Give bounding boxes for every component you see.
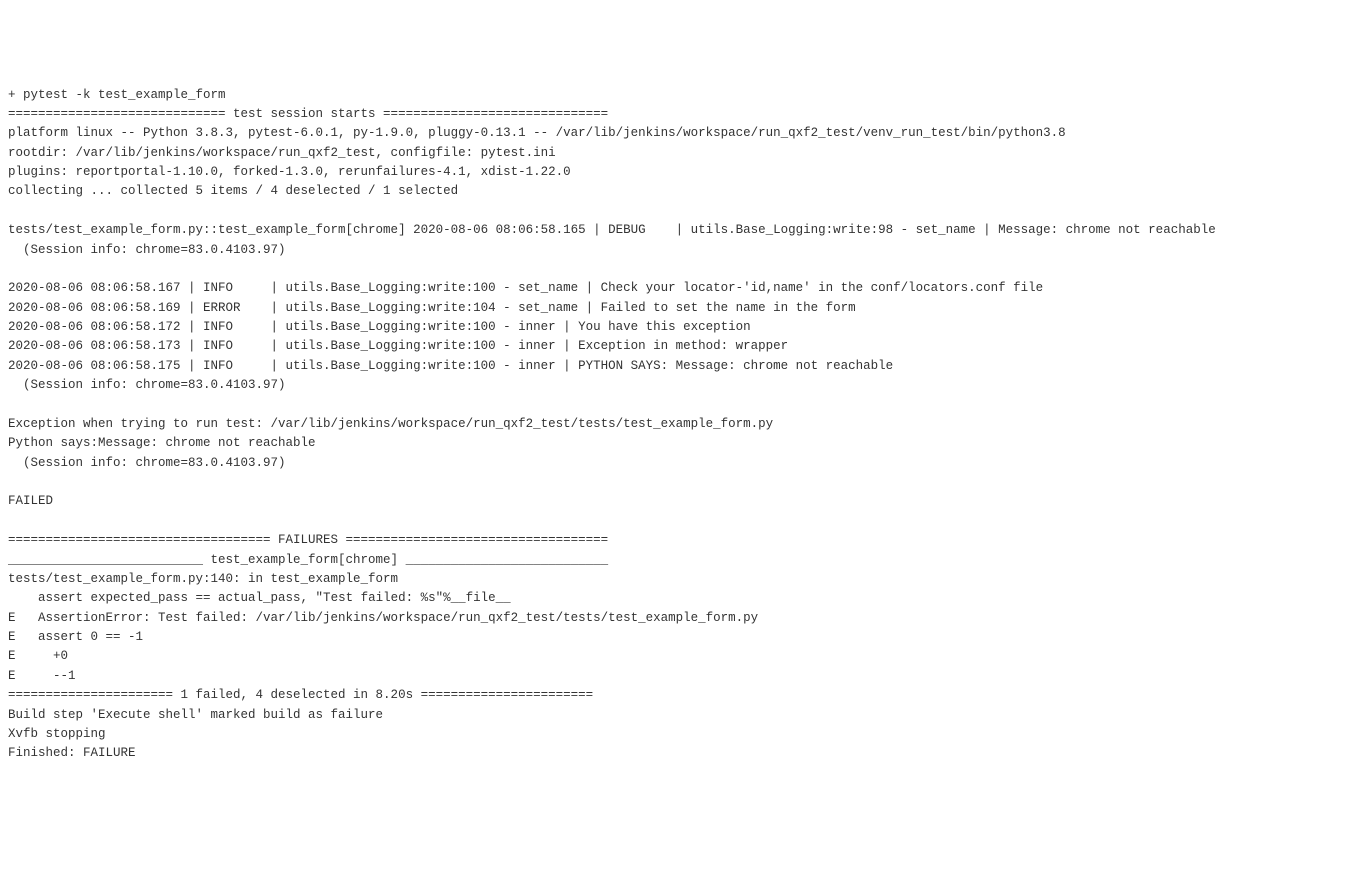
terminal-line: 2020-08-06 08:06:58.167 | INFO | utils.B… bbox=[8, 281, 1043, 295]
terminal-line: 2020-08-06 08:06:58.172 | INFO | utils.B… bbox=[8, 320, 751, 334]
terminal-line: E --1 bbox=[8, 669, 76, 683]
terminal-line: E AssertionError: Test failed: /var/lib/… bbox=[8, 611, 758, 625]
terminal-output: + pytest -k test_example_form ==========… bbox=[8, 86, 1362, 764]
terminal-line: Build step 'Execute shell' marked build … bbox=[8, 708, 383, 722]
terminal-line: (Session info: chrome=83.0.4103.97) bbox=[8, 456, 286, 470]
terminal-line: Python says:Message: chrome not reachabl… bbox=[8, 436, 316, 450]
terminal-line: (Session info: chrome=83.0.4103.97) bbox=[8, 378, 286, 392]
terminal-line: tests/test_example_form.py:140: in test_… bbox=[8, 572, 398, 586]
terminal-line: E +0 bbox=[8, 649, 68, 663]
terminal-line: =================================== FAIL… bbox=[8, 533, 608, 547]
terminal-line: rootdir: /var/lib/jenkins/workspace/run_… bbox=[8, 146, 556, 160]
terminal-line: Finished: FAILURE bbox=[8, 746, 136, 760]
terminal-line: + pytest -k test_example_form bbox=[8, 88, 226, 102]
terminal-line: collecting ... collected 5 items / 4 des… bbox=[8, 184, 458, 198]
terminal-line: assert expected_pass == actual_pass, "Te… bbox=[8, 591, 511, 605]
terminal-line: tests/test_example_form.py::test_example… bbox=[8, 223, 1216, 237]
terminal-line: plugins: reportportal-1.10.0, forked-1.3… bbox=[8, 165, 571, 179]
terminal-line: 2020-08-06 08:06:58.169 | ERROR | utils.… bbox=[8, 301, 856, 315]
terminal-line: E assert 0 == -1 bbox=[8, 630, 143, 644]
terminal-line: ============================= test sessi… bbox=[8, 107, 608, 121]
terminal-line: 2020-08-06 08:06:58.175 | INFO | utils.B… bbox=[8, 359, 893, 373]
terminal-line: __________________________ test_example_… bbox=[8, 553, 608, 567]
terminal-line: 2020-08-06 08:06:58.173 | INFO | utils.B… bbox=[8, 339, 788, 353]
terminal-line: Xvfb stopping bbox=[8, 727, 106, 741]
terminal-line: Exception when trying to run test: /var/… bbox=[8, 417, 773, 431]
terminal-line: ====================== 1 failed, 4 desel… bbox=[8, 688, 593, 702]
terminal-line: platform linux -- Python 3.8.3, pytest-6… bbox=[8, 126, 1066, 140]
terminal-line: FAILED bbox=[8, 494, 53, 508]
terminal-line: (Session info: chrome=83.0.4103.97) bbox=[8, 243, 286, 257]
